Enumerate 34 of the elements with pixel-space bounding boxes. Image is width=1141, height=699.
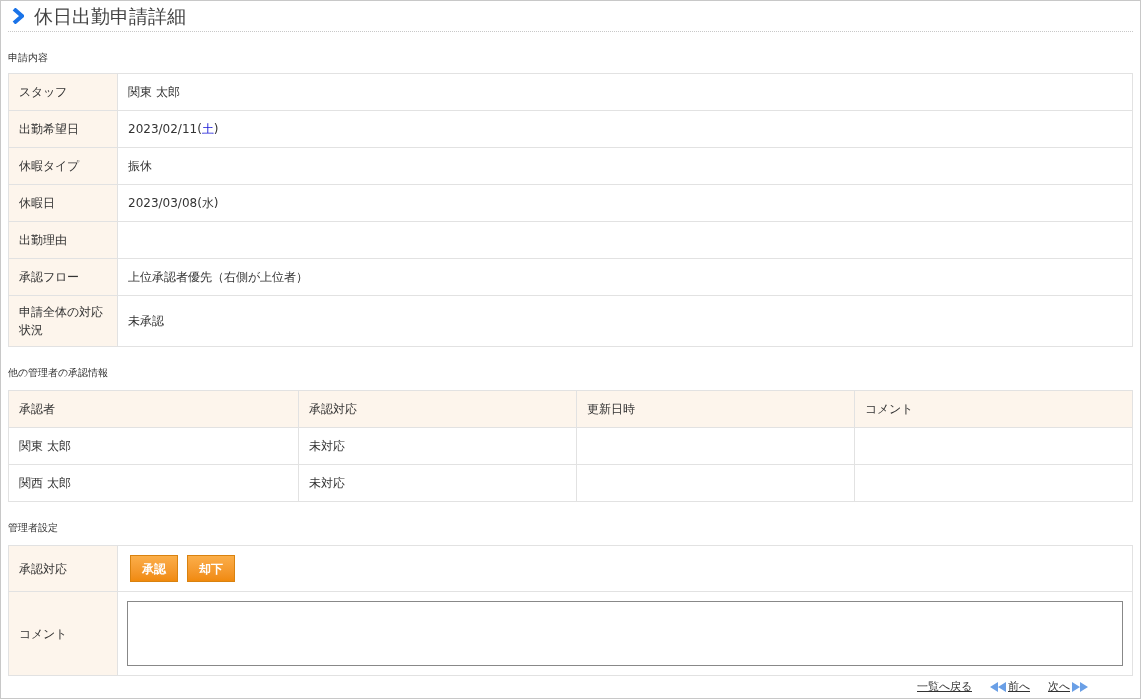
column-header: 承認対応 (299, 391, 577, 427)
double-right-arrow-icon (1070, 682, 1088, 693)
table-cell-text: 関東 太郎 (19, 438, 71, 455)
row-value: 関東 太郎 (128, 84, 180, 101)
row-label: 休暇タイプ (9, 148, 118, 184)
row-label: スタッフ (9, 74, 118, 110)
row-label: 休暇日 (9, 185, 118, 221)
row-label: 出勤希望日 (9, 111, 118, 147)
nav-link[interactable]: 次へ (1048, 679, 1088, 696)
table-cell-text: 未対応 (309, 475, 345, 492)
row-value: 未承認 (128, 313, 164, 330)
row-value: 振休 (128, 158, 152, 175)
table-cell-text: 未対応 (309, 438, 345, 455)
row-label: 承認対応 (9, 546, 118, 591)
row-value: 2023/02/11(土) (128, 121, 219, 138)
row-label: コメント (9, 592, 118, 675)
row-label: 承認フロー (9, 259, 118, 295)
double-left-arrow-icon (990, 682, 1008, 693)
section-heading: 申請内容 (8, 51, 48, 65)
nav-link[interactable]: 前へ (990, 679, 1030, 696)
row-label: 出勤理由 (9, 222, 118, 258)
row-value: 2023/03/08(水) (128, 195, 219, 212)
page-title: 休日出勤申請詳細 (34, 4, 186, 29)
section-heading: 管理者設定 (8, 521, 58, 535)
table-cell-text: 関西 太郎 (19, 475, 71, 492)
column-header: コメント (864, 401, 914, 418)
row-label: 申請全体の対応状況 (9, 296, 118, 346)
section-heading: 他の管理者の承認情報 (8, 366, 108, 380)
column-header: 承認者 (9, 391, 299, 427)
nav-link[interactable]: 一覧へ戻る (917, 679, 972, 696)
row-value: 上位承認者優先（右側が上位者） (128, 269, 308, 286)
chevron-icon (12, 8, 24, 24)
column-header: 更新日時 (577, 391, 855, 427)
comment-field[interactable] (127, 601, 1123, 666)
